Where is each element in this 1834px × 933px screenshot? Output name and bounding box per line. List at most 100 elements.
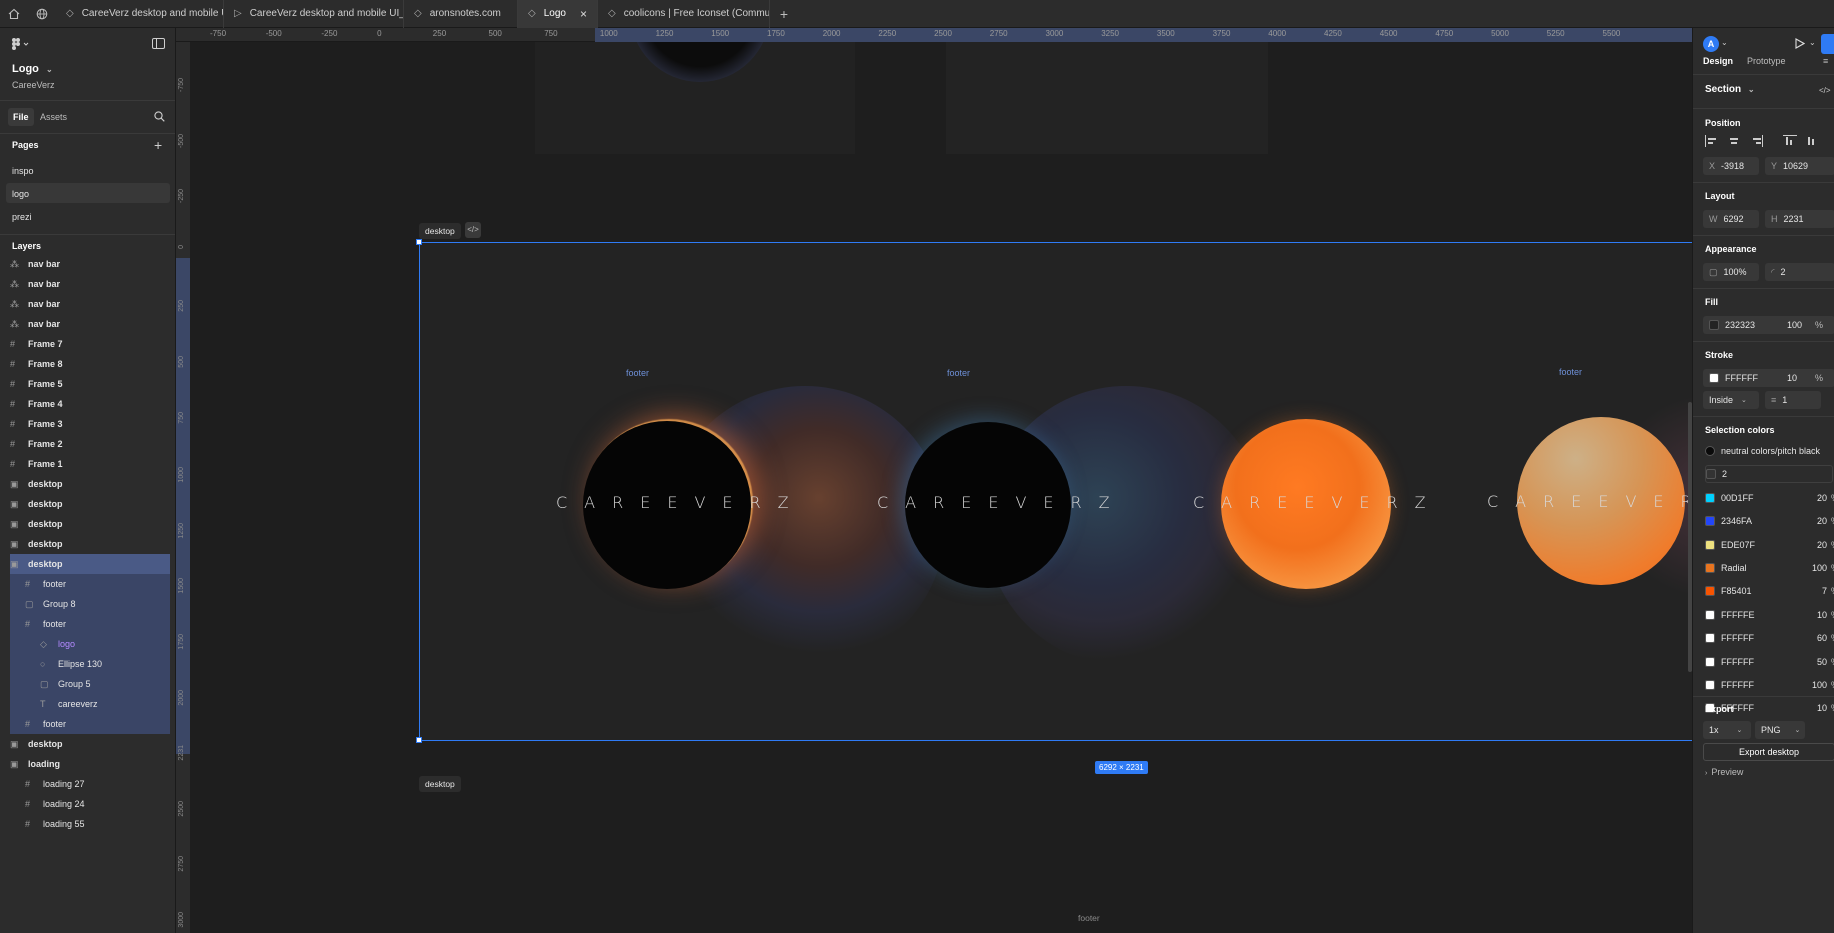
layer-item[interactable]: # footer [10,714,170,734]
width-field[interactable]: W 6292 [1703,210,1759,228]
section-type[interactable]: Section ⌄ [1705,84,1755,95]
selection-color-row[interactable]: EDE07F20% [1705,536,1834,554]
stroke-position-select[interactable]: Inside ⌄ [1703,391,1759,409]
footer-frame-label[interactable]: footer [626,368,649,378]
tab-file[interactable]: File [8,108,34,126]
export-format-select[interactable]: PNG ⌄ [1755,721,1805,739]
align-left-icon[interactable] [1705,135,1719,147]
layer-item[interactable]: ⁂ nav bar [10,274,170,294]
export-scale-select[interactable]: 1x ⌄ [1703,721,1751,739]
align-middle-icon[interactable] [1805,135,1819,147]
layer-item[interactable]: ⁂ nav bar [10,294,170,314]
color-opacity[interactable]: 20 [1795,516,1827,526]
color-opacity[interactable]: 60 [1795,633,1827,643]
color-swatch[interactable] [1705,446,1715,456]
layer-item[interactable]: ▣ loading [10,754,170,774]
align-center-icon[interactable] [1727,135,1741,147]
layer-item[interactable]: # Frame 4 [10,394,170,414]
chevron-down-icon[interactable]: ⌄ [1809,38,1816,47]
layer-item[interactable]: # Frame 7 [10,334,170,354]
section-label-top[interactable]: desktop [419,223,461,239]
selection-color-row[interactable]: FFFFFF60% [1705,629,1834,647]
color-swatch[interactable] [1705,492,1715,503]
color-swatch[interactable] [1705,586,1715,597]
close-icon[interactable]: × [580,7,587,21]
color-swatch[interactable] [1705,539,1715,550]
color-opacity[interactable]: 20 [1795,493,1827,503]
stroke-row[interactable]: FFFFFF 10 % [1703,369,1834,387]
selection-color-row[interactable]: 2 [1705,465,1833,484]
align-right-icon[interactable] [1749,135,1763,147]
layer-item[interactable]: Tcareeverz [10,694,170,714]
color-opacity[interactable]: 10 [1795,703,1827,713]
stroke-swatch[interactable] [1709,373,1719,383]
code-icon[interactable]: </> [1819,86,1831,95]
color-opacity[interactable]: 100 [1795,563,1827,573]
home-icon[interactable] [0,0,28,28]
page-item-logo[interactable]: logo [12,189,29,199]
layer-item[interactable]: # Frame 3 [10,414,170,434]
layer-item[interactable]: # loading 27 [10,774,170,794]
tab-file-2[interactable]: ▷ CareeVerz desktop and mobile UI_fin: [224,0,404,28]
y-field[interactable]: Y 10629 [1765,157,1834,175]
tab-logo-active[interactable]: ◇ Logo × [518,0,598,28]
resize-handle[interactable] [416,239,422,245]
color-opacity[interactable]: 7 [1795,586,1827,596]
selection-color-row[interactable]: 00D1FF20% [1705,489,1834,507]
color-swatch[interactable] [1705,656,1715,667]
layer-item[interactable]: # loading 55 [10,814,170,834]
color-swatch[interactable] [1705,609,1715,620]
page-item-prezi[interactable]: prezi [12,212,32,222]
layer-item[interactable]: # footer [10,574,170,594]
share-button[interactable] [1821,34,1834,54]
layer-item[interactable]: # Frame 5 [10,374,170,394]
layer-item[interactable]: # footer [10,614,170,634]
selection-color-row[interactable]: FFFFFF100% [1705,676,1834,694]
add-page-icon[interactable]: + [154,137,162,153]
align-top-icon[interactable] [1783,135,1797,147]
figma-menu-icon[interactable] [12,38,30,53]
tab-assets[interactable]: Assets [40,108,67,126]
tab-design[interactable]: Design [1703,56,1733,66]
chevron-down-icon[interactable]: ⌄ [1721,38,1728,47]
resize-handle[interactable] [416,737,422,743]
layer-item[interactable]: ◇ logo [10,634,170,654]
color-swatch[interactable] [1705,633,1715,644]
layer-item[interactable]: ⁂ nav bar [10,314,170,334]
fill-swatch[interactable] [1709,320,1719,330]
tab-file-3[interactable]: ◇ aronsnotes.com [404,0,518,28]
layer-item[interactable]: ▢ Group 8 [10,594,170,614]
selection-color-row[interactable]: FFFFFF50% [1705,653,1834,671]
x-field[interactable]: X -3918 [1703,157,1759,175]
height-field[interactable]: H 2231 [1765,210,1834,228]
layer-item[interactable]: ▣ desktop [10,494,170,514]
export-preview-toggle[interactable]: › Preview [1705,767,1743,777]
tab-file-5[interactable]: ◇ coolicons | Free Iconset (Community) [598,0,770,28]
sidebar-toggle-icon[interactable] [152,38,165,52]
section-label-bottom[interactable]: desktop [419,776,461,792]
layer-item[interactable]: ▣ desktop [10,474,170,494]
layer-item[interactable]: ▢ Group 5 [10,674,170,694]
layer-item[interactable]: ▣ desktop [10,554,170,574]
selection-color-row[interactable]: F854017% [1705,582,1834,600]
fill-row[interactable]: 232323 100 % [1703,316,1834,334]
selection-color-row[interactable]: 2346FA20% [1705,512,1834,530]
layer-item[interactable]: ▣ desktop [10,534,170,554]
layer-item[interactable]: # Frame 1 [10,454,170,474]
layer-item[interactable]: ▣ desktop [10,514,170,534]
layer-item[interactable]: # Frame 8 [10,354,170,374]
color-swatch[interactable] [1705,563,1715,573]
selection-color-row[interactable]: neutral colors/pitch black [1705,442,1833,460]
footer-frame-label[interactable]: footer [947,368,970,378]
color-opacity[interactable]: 100 [1795,680,1827,690]
export-button[interactable]: Export desktop [1703,743,1834,761]
avatar[interactable]: A [1703,36,1719,52]
color-opacity[interactable]: 50 [1795,657,1827,667]
globe-icon[interactable] [28,0,56,28]
present-play-icon[interactable] [1795,38,1806,52]
color-opacity[interactable]: 20 [1795,540,1827,550]
tab-file-1[interactable]: ◇ CareeVerz desktop and mobile UI_fin: [56,0,224,28]
color-swatch[interactable] [1705,680,1715,690]
plus-icon[interactable]: + [770,0,798,28]
selection-color-row[interactable]: FFFFFE10% [1705,606,1834,624]
